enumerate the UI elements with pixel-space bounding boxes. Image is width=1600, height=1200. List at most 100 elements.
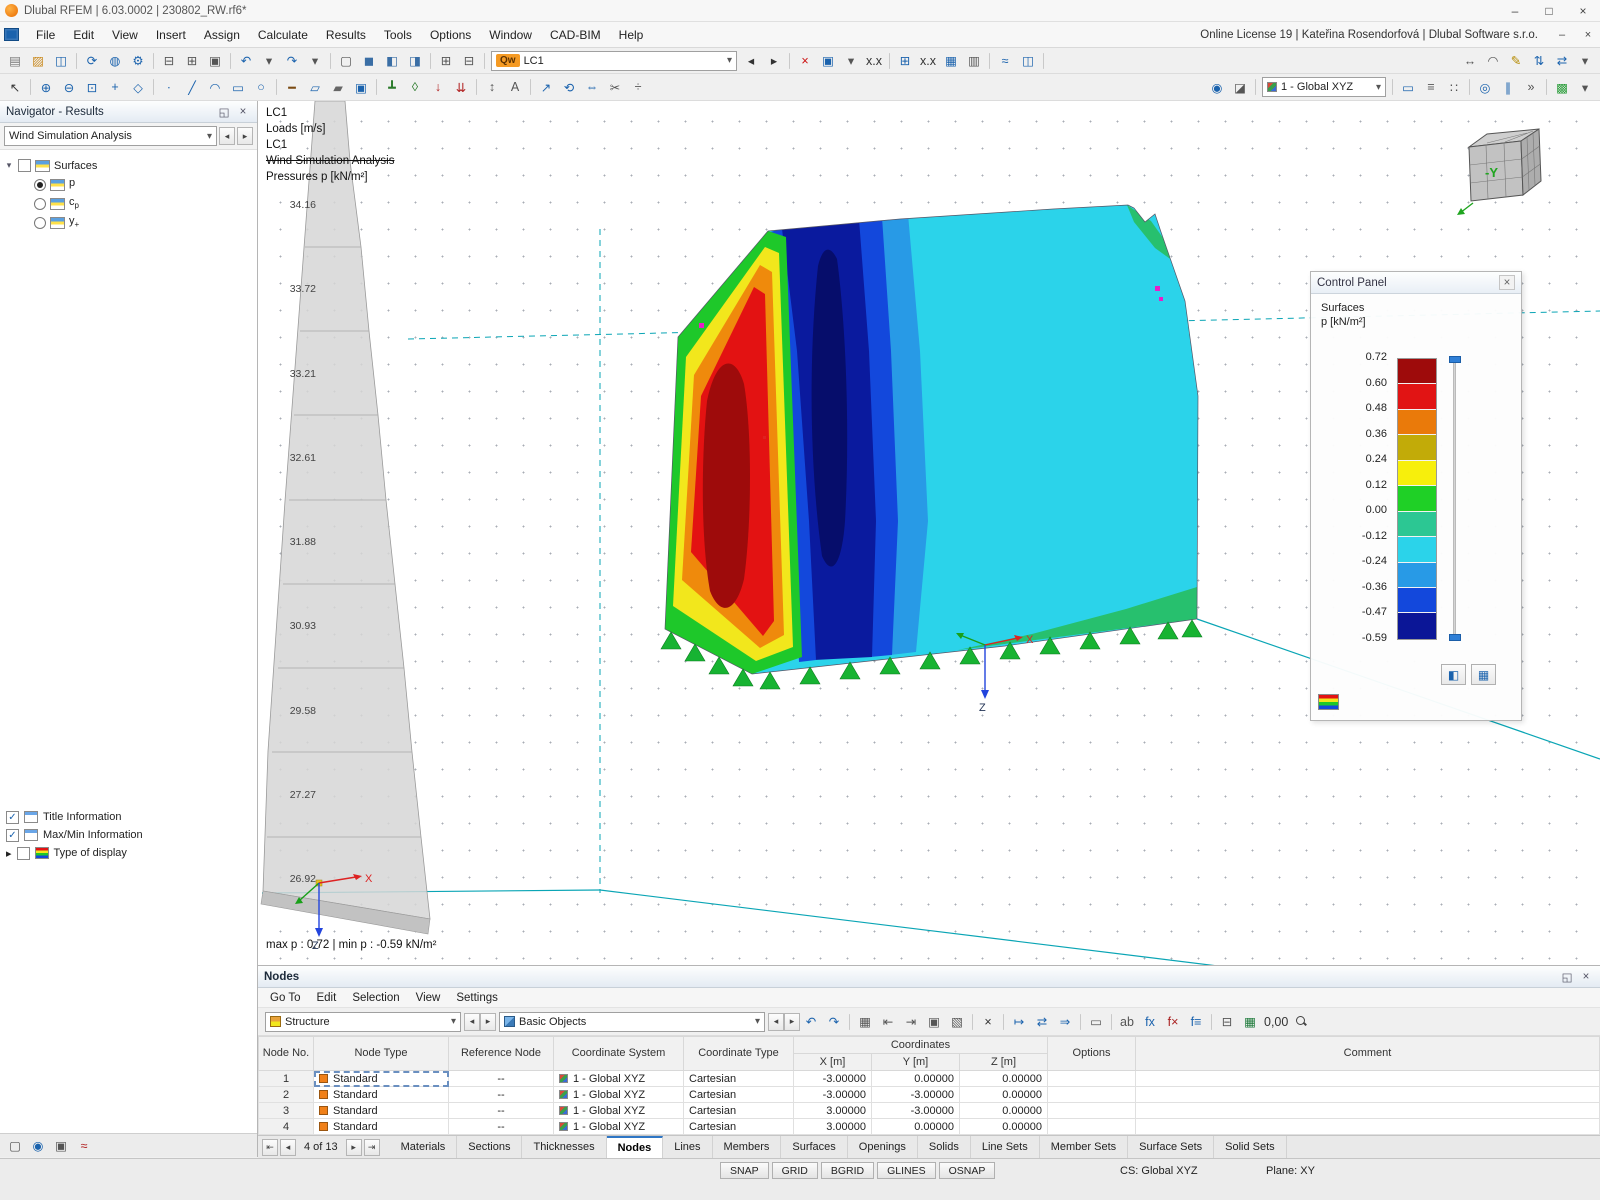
result-diagram-icon[interactable]: ≈ xyxy=(73,1135,95,1157)
exchange-rows-icon[interactable]: ⇄ xyxy=(1031,1011,1053,1033)
bottom-tab[interactable]: Member Sets xyxy=(1040,1136,1128,1158)
member-tool-icon[interactable]: ━ xyxy=(281,76,303,98)
render-solid-icon[interactable]: ◼ xyxy=(358,50,380,72)
cell-z[interactable]: 0.00000 xyxy=(960,1087,1048,1103)
cell-node-type[interactable]: Standard xyxy=(314,1087,449,1103)
web-service-icon[interactable]: ◍ xyxy=(104,50,126,72)
toolbar-more-icon[interactable]: ▾ xyxy=(1574,50,1596,72)
redo-dropdown-icon[interactable]: ▾ xyxy=(304,50,326,72)
table-undo-icon[interactable]: ↶ xyxy=(800,1011,822,1033)
measure-icon[interactable]: ↔ xyxy=(1459,50,1481,72)
guidelines-icon[interactable]: ∥ xyxy=(1497,76,1519,98)
bottom-tab[interactable]: Materials xyxy=(390,1136,458,1158)
nodes-menu-item[interactable]: Settings xyxy=(448,992,506,1004)
minimize-button[interactable]: – xyxy=(1498,0,1532,21)
isometric-view-icon[interactable]: ◇ xyxy=(127,76,149,98)
node-tool-icon[interactable]: ∙ xyxy=(158,76,180,98)
settings-gear-icon[interactable]: ⚙ xyxy=(127,50,149,72)
surface-tool-icon[interactable]: ▱ xyxy=(304,76,326,98)
render-transparent-icon[interactable]: ◨ xyxy=(404,50,426,72)
result-type-combo[interactable]: Wind Simulation Analysis ▾ xyxy=(4,126,217,146)
bottom-tab[interactable]: Openings xyxy=(848,1136,918,1158)
option-maxmin-information[interactable]: ✓ Max/Min Information xyxy=(6,826,143,844)
mirror-icon[interactable]: ⇔ xyxy=(581,76,603,98)
calculate-icon[interactable]: ⊞ xyxy=(894,50,916,72)
table-fill-icon[interactable]: ▧ xyxy=(946,1011,968,1033)
prev-table-icon[interactable]: ◂ xyxy=(280,1139,296,1156)
table-import-icon[interactable]: ⇤ xyxy=(877,1011,899,1033)
table-category-combo[interactable]: Basic Objects ▾ xyxy=(499,1012,765,1032)
cell-coordinate-system[interactable]: 1 - Global XYZ xyxy=(554,1071,684,1087)
first-table-icon[interactable]: ⇤ xyxy=(262,1139,278,1156)
tree-item-surfaces[interactable]: ▾ Surfaces xyxy=(4,156,253,175)
table-row[interactable]: 4 Standard -- 1 - Global XYZ Cartesian 3… xyxy=(259,1119,1600,1135)
last-table-icon[interactable]: ⇥ xyxy=(364,1139,380,1156)
next-category-button[interactable]: ▸ xyxy=(784,1013,800,1031)
cell-coordinate-type[interactable]: Cartesian xyxy=(684,1119,794,1135)
radio-cp[interactable] xyxy=(34,198,46,210)
cell-y[interactable]: -3.00000 xyxy=(872,1087,960,1103)
save-model-icon[interactable]: ◫ xyxy=(50,50,72,72)
divide-icon[interactable]: ÷ xyxy=(627,76,649,98)
tree-item-yplus[interactable]: y+ xyxy=(34,213,253,232)
menu-item[interactable]: Assign xyxy=(195,22,249,47)
solid-tool-icon[interactable]: ▰ xyxy=(327,76,349,98)
cell-z[interactable]: 0.00000 xyxy=(960,1119,1048,1135)
move-icon[interactable]: ↗ xyxy=(535,76,557,98)
option-type-of-display[interactable]: ▸ Type of display xyxy=(6,844,143,862)
cell-reference-node[interactable]: -- xyxy=(449,1103,554,1119)
close-button[interactable]: × xyxy=(1566,0,1600,21)
table-row[interactable]: 3 Standard -- 1 - Global XYZ Cartesian 3… xyxy=(259,1103,1600,1119)
cell-y[interactable]: -3.00000 xyxy=(872,1103,960,1119)
cell-comment[interactable] xyxy=(1136,1087,1600,1103)
col-header-x[interactable]: X [m] xyxy=(794,1054,872,1071)
clipping-box-icon[interactable]: ◪ xyxy=(1229,76,1251,98)
table-export-icon[interactable]: ⇥ xyxy=(900,1011,922,1033)
menu-item[interactable]: Calculate xyxy=(249,22,317,47)
window-layout-icon[interactable]: ⊟ xyxy=(458,50,480,72)
next-table-icon[interactable]: ▸ xyxy=(346,1139,362,1156)
tree-item-p[interactable]: p xyxy=(34,175,253,194)
close-icon[interactable]: × xyxy=(235,104,251,119)
cell-reference-node[interactable]: -- xyxy=(449,1119,554,1135)
table-row[interactable]: 2 Standard -- 1 - Global XYZ Cartesian -… xyxy=(259,1087,1600,1103)
text-tool-icon[interactable]: A xyxy=(504,76,526,98)
show-results-icon[interactable]: ▣ xyxy=(817,50,839,72)
col-header-y[interactable]: Y [m] xyxy=(872,1054,960,1071)
camera-icon[interactable]: ▣ xyxy=(50,1135,72,1157)
menu-item[interactable]: CAD-BIM xyxy=(541,22,610,47)
nodes-menu-item[interactable]: Go To xyxy=(262,992,308,1004)
bottom-tab[interactable]: Solid Sets xyxy=(1214,1136,1287,1158)
rotate-icon[interactable]: ⟲ xyxy=(558,76,580,98)
nodes-menu-item[interactable]: Edit xyxy=(308,992,344,1004)
angle-measure-icon[interactable]: ◠ xyxy=(1482,50,1504,72)
undo-dropdown-icon[interactable]: ▾ xyxy=(258,50,280,72)
calculation-values-icon[interactable]: x.x xyxy=(917,50,939,72)
formula-chart-icon[interactable]: f≡ xyxy=(1185,1011,1207,1033)
work-plane-xy-icon[interactable]: ▭ xyxy=(1397,76,1419,98)
circle-tool-icon[interactable]: ○ xyxy=(250,76,272,98)
checkbox-checked[interactable]: ✓ xyxy=(6,811,19,824)
scale-slider[interactable] xyxy=(1449,358,1461,639)
cell-options[interactable] xyxy=(1048,1103,1136,1119)
open-model-icon[interactable]: ▨ xyxy=(27,50,49,72)
cell-coordinate-type[interactable]: Cartesian xyxy=(684,1087,794,1103)
col-header-z[interactable]: Z [m] xyxy=(960,1054,1048,1071)
cell-node-type[interactable]: Standard xyxy=(314,1071,449,1087)
col-header-node-type[interactable]: Node Type xyxy=(314,1037,449,1071)
navigation-cube[interactable]: -Y xyxy=(1453,121,1553,216)
dimension-tool-icon[interactable]: ↕ xyxy=(481,76,503,98)
menu-item[interactable]: Window xyxy=(480,22,541,47)
cell-options[interactable] xyxy=(1048,1119,1136,1135)
prev-result-button[interactable]: ◂ xyxy=(219,127,235,145)
snap-toggle[interactable]: GRID xyxy=(772,1162,818,1179)
visibility-eye-icon[interactable]: ◉ xyxy=(27,1135,49,1157)
bottom-tab[interactable]: Surfaces xyxy=(781,1136,847,1158)
snap-toggle[interactable]: SNAP xyxy=(720,1162,769,1179)
zoom-window-icon[interactable]: ⊡ xyxy=(81,76,103,98)
visibility-icon[interactable]: ◉ xyxy=(1206,76,1228,98)
next-result-button[interactable]: ▸ xyxy=(237,127,253,145)
table-redo-icon[interactable]: ↷ xyxy=(823,1011,845,1033)
cell-coordinate-type[interactable]: Cartesian xyxy=(684,1103,794,1119)
float-panel-icon[interactable]: ◱ xyxy=(1559,969,1575,984)
